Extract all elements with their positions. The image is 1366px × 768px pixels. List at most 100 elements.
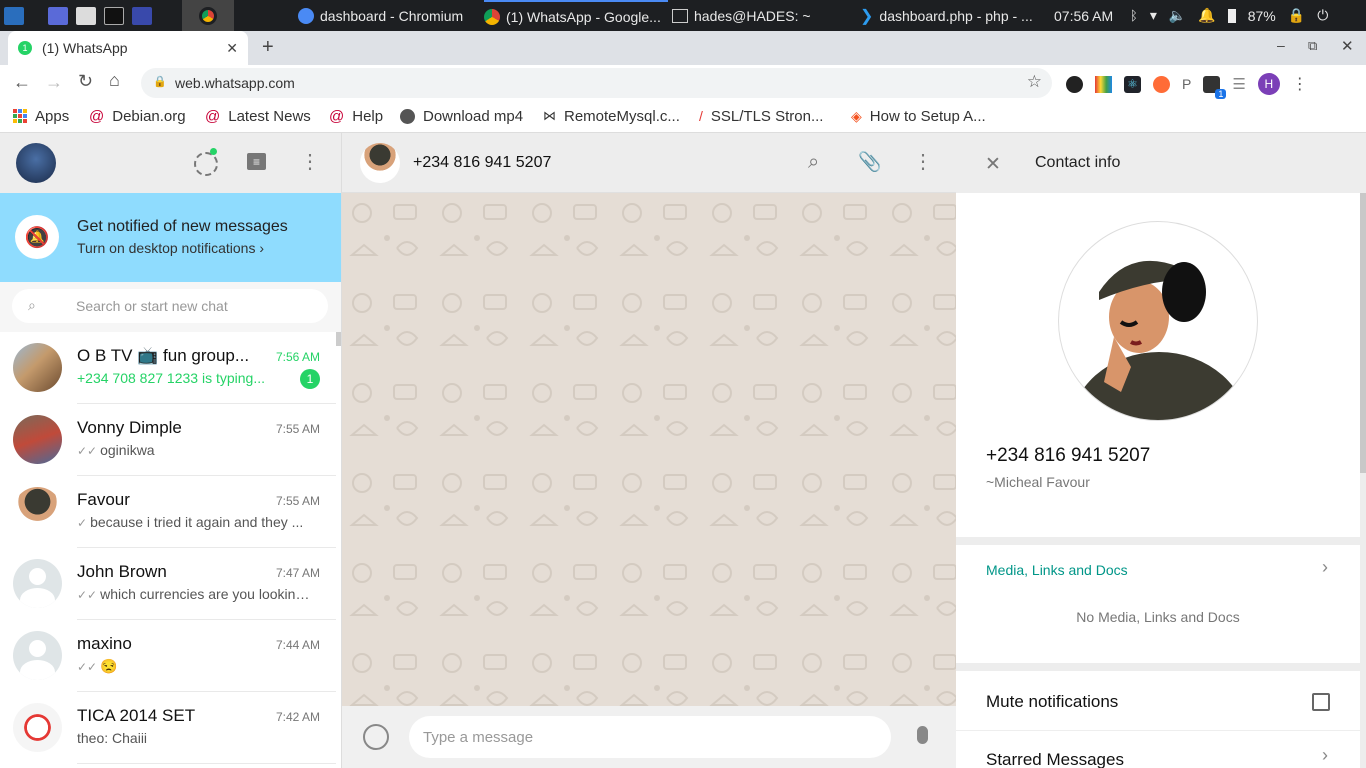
- task-terminal[interactable]: hades@HADES: ~: [672, 0, 850, 31]
- notifications-bell-icon[interactable]: 🔔: [1198, 7, 1215, 24]
- new-chat-icon[interactable]: ≡: [247, 153, 266, 170]
- contact-info-scrollbar[interactable]: [1360, 193, 1366, 473]
- bookmark-how-to-setup[interactable]: ◈ How to Setup A...: [851, 101, 986, 131]
- status-icon[interactable]: [194, 152, 218, 176]
- bookmark-ssl-tls[interactable]: / SSL/TLS Stron...: [699, 101, 823, 131]
- globe-icon: [400, 108, 415, 124]
- microphone-icon[interactable]: [917, 726, 928, 744]
- bookmark-latest-news[interactable]: @ Latest News: [205, 101, 311, 131]
- bookmarks-bar: Apps @ Debian.org @ Latest News @ Help D…: [0, 101, 1366, 133]
- read-ticks-icon: ✓✓: [77, 588, 98, 602]
- bookmark-star-icon[interactable]: ☆: [1027, 72, 1042, 92]
- debian-icon: @: [89, 107, 105, 125]
- lock-icon[interactable]: 🔒: [1288, 7, 1305, 24]
- bookmark-remotemysql[interactable]: ⋈ RemoteMysql.c...: [543, 101, 680, 131]
- forward-arrow-icon[interactable]: →: [45, 72, 63, 93]
- profile-avatar[interactable]: H: [1257, 73, 1280, 95]
- task-vscode[interactable]: ❯ dashboard.php - php - ...: [860, 0, 1046, 31]
- chat-item[interactable]: O B TV 📺 fun group... 7:56 AM +234 708 8…: [0, 332, 336, 404]
- recorder-icon[interactable]: [132, 6, 152, 25]
- maximize-icon[interactable]: ⧉: [1308, 38, 1317, 54]
- bookmark-help[interactable]: @ Help: [329, 101, 383, 131]
- bluetooth-icon[interactable]: ᛒ: [1130, 8, 1138, 23]
- wifi-icon[interactable]: ▾: [1150, 7, 1157, 24]
- contact-info-title: Contact info: [1035, 154, 1121, 171]
- clock[interactable]: 07:56 AM: [1054, 0, 1124, 31]
- home-icon[interactable]: ⌂: [109, 70, 120, 91]
- close-icon[interactable]: ✕: [985, 153, 1001, 176]
- chat-item[interactable]: TICA 2014 SET 7:42 AM theo: Chaiii: [0, 692, 336, 764]
- contact-avatar[interactable]: [360, 143, 400, 183]
- power-icon[interactable]: ⏻: [1317, 7, 1328, 24]
- chrome-icon: [199, 6, 217, 25]
- box-ext-icon[interactable]: 1: [1203, 75, 1227, 99]
- starred-messages-row[interactable]: Starred Messages ›: [956, 731, 1360, 768]
- chat-preview: +234 708 827 1233 is typing...: [77, 370, 265, 386]
- chat-item[interactable]: John Brown 7:47 AM ✓✓ which currencies ar…: [0, 548, 336, 620]
- emoji-icon[interactable]: [363, 724, 389, 750]
- colorzilla-ext-icon[interactable]: [1095, 75, 1112, 93]
- postman-ext-icon[interactable]: [1153, 75, 1170, 93]
- tab-whatsapp[interactable]: 1 (1) WhatsApp ✕: [8, 31, 248, 65]
- default-avatar-icon: [13, 559, 62, 608]
- mute-checkbox[interactable]: [1312, 693, 1330, 711]
- chat-name: maxino: [77, 634, 132, 653]
- reload-icon[interactable]: ↻: [78, 71, 93, 92]
- media-card: Media, Links and Docs › No Media, Links …: [956, 545, 1360, 663]
- desktop-icon[interactable]: [48, 6, 68, 25]
- chat-item[interactable]: Favour 7:55 AM ✓ because i tried it again…: [0, 476, 336, 548]
- bookmark-download-mp4[interactable]: Download mp4: [400, 101, 523, 131]
- chat-item[interactable]: maxino 7:44 AM ✓✓ 😒: [0, 620, 336, 692]
- battery-icon[interactable]: [1227, 8, 1236, 23]
- chat-item[interactable]: Vonny Dimple 7:55 AM ✓✓ oginikwa: [0, 404, 336, 476]
- battery-percent: 87%: [1247, 7, 1276, 24]
- wordpress-ext-icon[interactable]: [1066, 75, 1083, 93]
- terminal-icon[interactable]: [104, 6, 124, 25]
- apps-grid-icon: [13, 109, 27, 123]
- bookmark-debian[interactable]: @ Debian.org: [89, 101, 186, 131]
- task-whatsapp-chrome[interactable]: (1) WhatsApp - Google...: [484, 0, 668, 31]
- chrome-menu-icon[interactable]: ⋮: [1292, 74, 1308, 94]
- profile-photo[interactable]: [1058, 221, 1258, 421]
- media-links-docs-link[interactable]: Media, Links and Docs: [986, 562, 1128, 578]
- contact-title: +234 816 941 5207: [413, 154, 552, 171]
- close-window-icon[interactable]: ✕: [1341, 37, 1354, 55]
- pdf-ext-icon[interactable]: P: [1182, 76, 1191, 92]
- notification-banner[interactable]: 🔕 Get notified of new messages Turn on d…: [0, 193, 341, 282]
- menu-kebab-icon[interactable]: ⋮: [913, 149, 933, 174]
- task-label: dashboard - Chromium: [320, 7, 464, 24]
- conversation-panel: +234 816 941 5207 ⌕ 📎 ⋮ Type a message: [342, 133, 956, 768]
- message-input[interactable]: Type a message: [409, 716, 891, 758]
- reading-list-icon[interactable]: ☰: [1232, 75, 1245, 93]
- profile-illustration: [1070, 260, 1248, 420]
- search-input[interactable]: ⌕ Search or start new chat: [12, 289, 328, 323]
- volume-icon[interactable]: 🔈: [1169, 7, 1186, 24]
- diamond-icon: ◈: [851, 107, 862, 124]
- new-tab-button[interactable]: +: [262, 36, 274, 59]
- search-icon[interactable]: ⌕: [808, 151, 819, 174]
- minimize-icon[interactable]: –: [1277, 37, 1285, 53]
- chat-name: Vonny Dimple: [77, 418, 182, 437]
- task-dashboard-chromium[interactable]: dashboard - Chromium: [298, 0, 478, 31]
- lock-icon[interactable]: 🔒: [153, 75, 167, 88]
- chevron-right-icon[interactable]: ›: [1322, 745, 1328, 766]
- files-icon[interactable]: [76, 6, 96, 25]
- conversation-header[interactable]: +234 816 941 5207 ⌕ 📎 ⋮: [342, 133, 956, 193]
- back-arrow-icon[interactable]: ←: [13, 72, 31, 93]
- react-devtools-icon[interactable]: ⚛: [1124, 75, 1141, 93]
- notification-subtitle[interactable]: Turn on desktop notifications ›: [77, 240, 264, 256]
- bookmark-apps[interactable]: Apps: [13, 101, 69, 131]
- address-bar[interactable]: 🔒 web.whatsapp.com ☆: [141, 68, 1052, 98]
- mute-notifications-row[interactable]: Mute notifications: [956, 671, 1360, 731]
- menu-kebab-icon[interactable]: ⋮: [300, 149, 320, 174]
- chromium-icon: [298, 7, 314, 24]
- close-tab-icon[interactable]: ✕: [226, 40, 238, 57]
- os-taskbar: dashboard - Chromium (1) WhatsApp - Goog…: [0, 0, 1366, 31]
- chrome-icon: [484, 8, 500, 25]
- chat-list-panel: ≡ ⋮ 🔕 Get notified of new messages Turn …: [0, 133, 342, 768]
- app-menu-button[interactable]: [4, 0, 30, 31]
- chevron-right-icon[interactable]: ›: [1322, 557, 1328, 578]
- attach-paperclip-icon[interactable]: 📎: [858, 150, 882, 174]
- my-avatar[interactable]: [16, 143, 56, 183]
- chrome-launcher[interactable]: [182, 0, 234, 31]
